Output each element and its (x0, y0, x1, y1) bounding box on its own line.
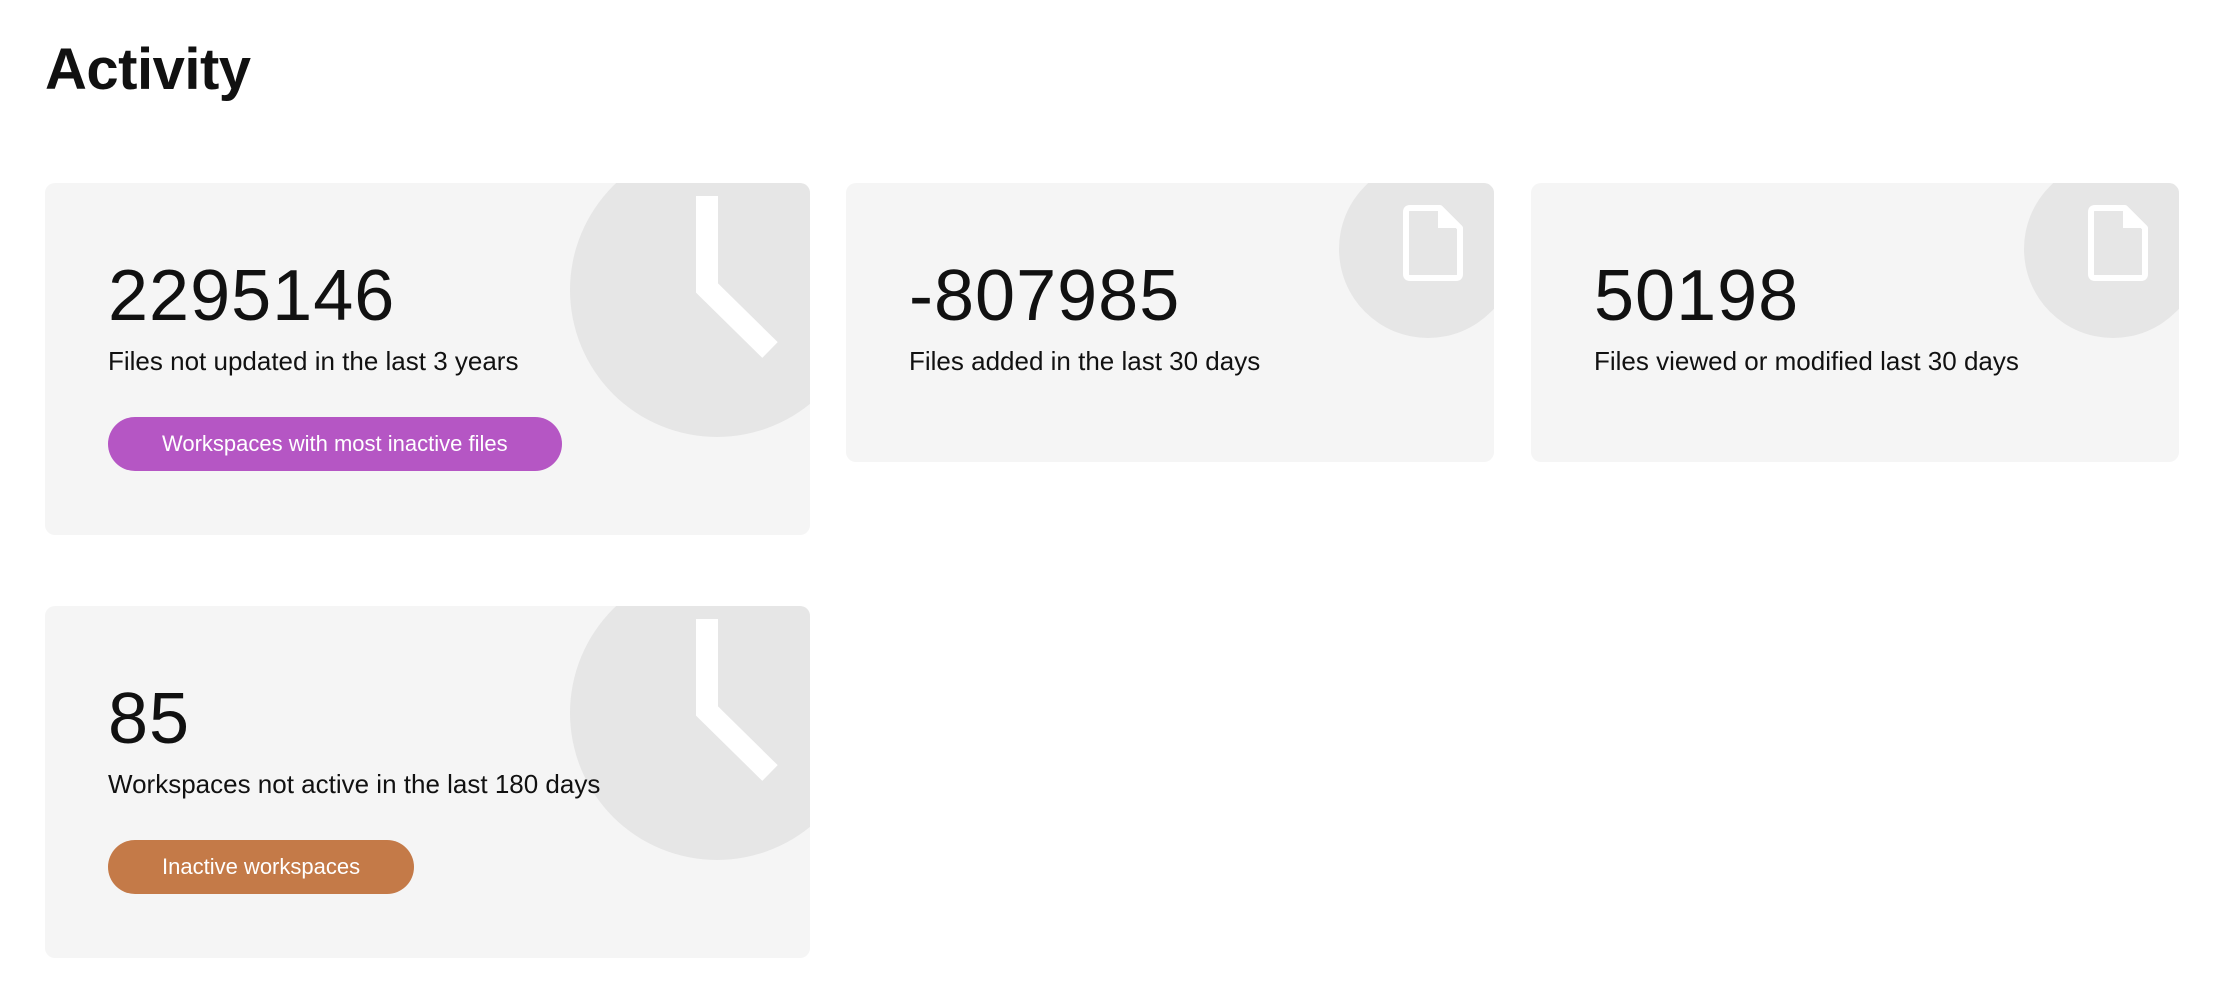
page-title: Activity (45, 37, 251, 102)
metric-value: -807985 (909, 256, 1181, 336)
metric-label: Files viewed or modified last 30 days (1594, 346, 2019, 376)
metric-value: 50198 (1594, 256, 1800, 336)
metric-value: 2295146 (108, 256, 396, 336)
metric-label: Files not updated in the last 3 years (108, 346, 519, 376)
stat-card-files-added: -807985 Files added in the last 30 days (846, 183, 1494, 462)
clock-icon (696, 619, 778, 781)
metric-value: 85 (108, 679, 191, 759)
metric-label: Workspaces not active in the last 180 da… (108, 769, 601, 799)
metric-label: Files added in the last 30 days (909, 346, 1261, 376)
stat-card-inactive-files: 2295146 Files not updated in the last 3 … (45, 183, 810, 535)
document-icon (2088, 205, 2148, 281)
stat-card-inactive-workspaces: 85 Workspaces not active in the last 180… (45, 606, 810, 958)
inactive-workspaces-button[interactable]: Inactive workspaces (108, 840, 415, 894)
stat-card-files-viewed: 50198 Files viewed or modified last 30 d… (1531, 183, 2179, 462)
document-icon (1403, 205, 1463, 281)
activity-page: Activity 2295146 Files not updated in th… (0, 0, 2219, 996)
workspaces-most-inactive-files-button[interactable]: Workspaces with most inactive files (108, 417, 562, 471)
clock-icon (696, 196, 778, 358)
